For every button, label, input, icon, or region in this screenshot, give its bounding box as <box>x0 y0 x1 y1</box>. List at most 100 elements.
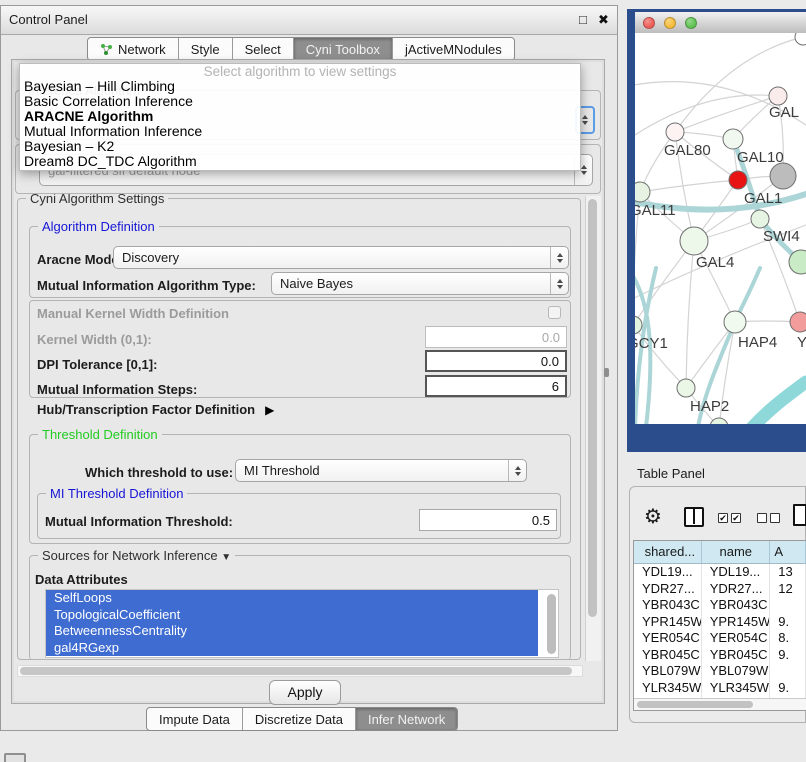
table-row[interactable]: YBR045CYBR045C9. <box>634 647 806 664</box>
which-threshold-combo[interactable]: MI Threshold <box>235 459 527 482</box>
close-traffic-light[interactable] <box>643 17 655 29</box>
kernel-width-field[interactable] <box>425 326 567 348</box>
algorithm-option-dream8-dc-tdc-algorithm[interactable]: Dream8 DC_TDC Algorithm <box>20 154 580 169</box>
tab-impute-data[interactable]: Impute Data <box>147 708 242 730</box>
table-row[interactable]: YBR043CYBR043C <box>634 597 806 614</box>
tab-label: Network <box>118 42 166 57</box>
unchecked-checkbox-icon[interactable] <box>770 513 780 523</box>
table-cell: YBL079W <box>702 663 771 680</box>
table-horizontal-scrollbar[interactable] <box>634 698 806 710</box>
network-node-gal4[interactable] <box>680 227 708 255</box>
settings-vertical-scrollbar[interactable] <box>585 196 601 661</box>
mi-steps-field[interactable] <box>425 375 567 397</box>
tab-jactivemnodules[interactable]: jActiveMNodules <box>392 38 514 60</box>
zoom-traffic-light[interactable] <box>685 17 697 29</box>
network-node[interactable] <box>770 163 796 189</box>
minimize-icon[interactable]: □ <box>579 13 592 26</box>
network-node[interactable] <box>710 418 728 424</box>
algorithm-option-aracne-algorithm[interactable]: ARACNE Algorithm <box>20 109 580 124</box>
table-cell <box>770 663 806 680</box>
tab-discretize-data[interactable]: Discretize Data <box>242 708 355 730</box>
checked-checkbox-icon[interactable]: ✔ <box>718 513 728 523</box>
column-header-name[interactable]: name <box>702 541 770 563</box>
manual-kernel-checkbox[interactable] <box>548 306 561 319</box>
table-cell: YDL19... <box>634 564 702 581</box>
network-node-hap4[interactable] <box>724 311 746 333</box>
scrollbar-thumb[interactable] <box>20 667 572 675</box>
attributes-list-scrollbar[interactable] <box>547 594 556 654</box>
network-icon <box>100 43 113 56</box>
table-row[interactable]: YBL079WYBL079W <box>634 663 806 680</box>
network-node-gal10[interactable] <box>723 129 743 149</box>
network-canvas[interactable]: GALGAL80GAL10GAL1GAL11SWI4GAL4GCY1HAP4YH… <box>635 33 806 424</box>
algorithm-option-basic-correlation-inference[interactable]: Basic Correlation Inference <box>20 94 580 109</box>
network-node[interactable] <box>795 33 806 45</box>
table-row[interactable]: YLR345WYLR345W9. <box>634 680 806 697</box>
table-cell: YER054C <box>702 630 771 647</box>
network-node-gal11[interactable] <box>635 182 650 202</box>
tab-style[interactable]: Style <box>178 38 232 60</box>
which-threshold-label: Which threshold to use: <box>85 465 233 480</box>
table-row[interactable]: YER054CYER054C8. <box>634 630 806 647</box>
algorithm-option-mutual-information-inference[interactable]: Mutual Information Inference <box>20 124 580 139</box>
scrollbar-thumb[interactable] <box>588 199 597 617</box>
attribute-item-topologicalcoefficient[interactable]: TopologicalCoefficient <box>46 607 538 624</box>
table-cell: YDL19... <box>702 564 771 581</box>
mi-type-combo[interactable]: Naive Bayes <box>271 272 569 295</box>
combo-arrows-icon <box>550 273 568 294</box>
network-node-gal80[interactable] <box>666 123 684 141</box>
table-row[interactable]: YPR145WYPR145W9. <box>634 614 806 631</box>
table-row[interactable]: YDR27...YDR27...12 <box>634 581 806 598</box>
aracne-mode-label: Aracne Mode: <box>37 252 123 267</box>
minimize-traffic-light[interactable] <box>664 17 676 29</box>
dpi-tolerance-label: DPI Tolerance [0,1]: <box>37 357 157 372</box>
table-cell: YBR045C <box>702 647 771 664</box>
tab-select[interactable]: Select <box>232 38 293 60</box>
checked-checkbox-icon[interactable]: ✔ <box>731 513 741 523</box>
table-cell: YBL079W <box>634 663 702 680</box>
network-edge <box>640 180 738 192</box>
gear-icon[interactable]: ⚙ <box>644 505 662 529</box>
network-node-gcy1[interactable] <box>635 316 642 334</box>
network-node-gal[interactable] <box>769 87 787 105</box>
tab-label: Cyni Toolbox <box>306 42 380 57</box>
tab-label: Style <box>191 42 220 57</box>
columns-icon[interactable] <box>684 507 704 527</box>
apply-button[interactable]: Apply <box>269 680 341 705</box>
control-panel-titlebar[interactable]: Control Panel □ ✖ <box>1 6 617 35</box>
tab-infer-network[interactable]: Infer Network <box>355 708 457 730</box>
tab-label: Select <box>245 42 281 57</box>
attribute-item-gal4rgexp[interactable]: gal4RGexp <box>46 640 538 657</box>
table-cell: YBR045C <box>634 647 702 664</box>
table-cell: 9. <box>770 614 806 631</box>
network-node-gal1[interactable] <box>729 171 747 189</box>
tab-network[interactable]: Network <box>88 38 178 60</box>
hub-definition-toggle[interactable]: Hub/Transcription Factor Definition▶ <box>37 402 274 417</box>
network-node-swi4[interactable] <box>751 210 769 228</box>
table-cell: 9. <box>770 647 806 664</box>
popup-prompt: Select algorithm to view settings <box>20 64 580 79</box>
unchecked-checkbox-icon[interactable] <box>757 513 767 523</box>
network-edge-highlight <box>750 382 806 424</box>
network-node-y[interactable] <box>790 312 806 332</box>
document-icon[interactable] <box>793 504 806 526</box>
attribute-item-betweennesscentrality[interactable]: BetweennessCentrality <box>46 623 538 640</box>
table-cell: 13 <box>770 564 806 581</box>
column-header-shared[interactable]: shared... <box>634 541 702 563</box>
tab-cyni-toolbox[interactable]: Cyni Toolbox <box>293 38 392 60</box>
network-window-titlebar[interactable] <box>635 12 806 34</box>
panel-splitter-handle[interactable] <box>604 368 609 377</box>
algorithm-option-bayesian-k2[interactable]: Bayesian – K2 <box>20 139 580 154</box>
table-row[interactable]: YDL19...YDL19...13 <box>634 564 806 581</box>
attribute-item-selfloops[interactable]: SelfLoops <box>46 590 538 607</box>
network-node-label: SWI4 <box>763 228 800 245</box>
scrollbar-thumb[interactable] <box>637 701 753 708</box>
network-node-label: GAL80 <box>664 142 711 159</box>
dpi-tolerance-field[interactable] <box>425 350 567 372</box>
close-icon[interactable]: ✖ <box>598 13 612 27</box>
column-header-a[interactable]: A <box>770 541 806 563</box>
algorithm-option-bayesian-hill-climbing[interactable]: Bayesian – Hill Climbing <box>20 79 580 94</box>
aracne-mode-combo[interactable]: Discovery <box>113 246 569 269</box>
mi-threshold-field[interactable] <box>419 509 557 531</box>
network-node-hap2[interactable] <box>677 379 695 397</box>
